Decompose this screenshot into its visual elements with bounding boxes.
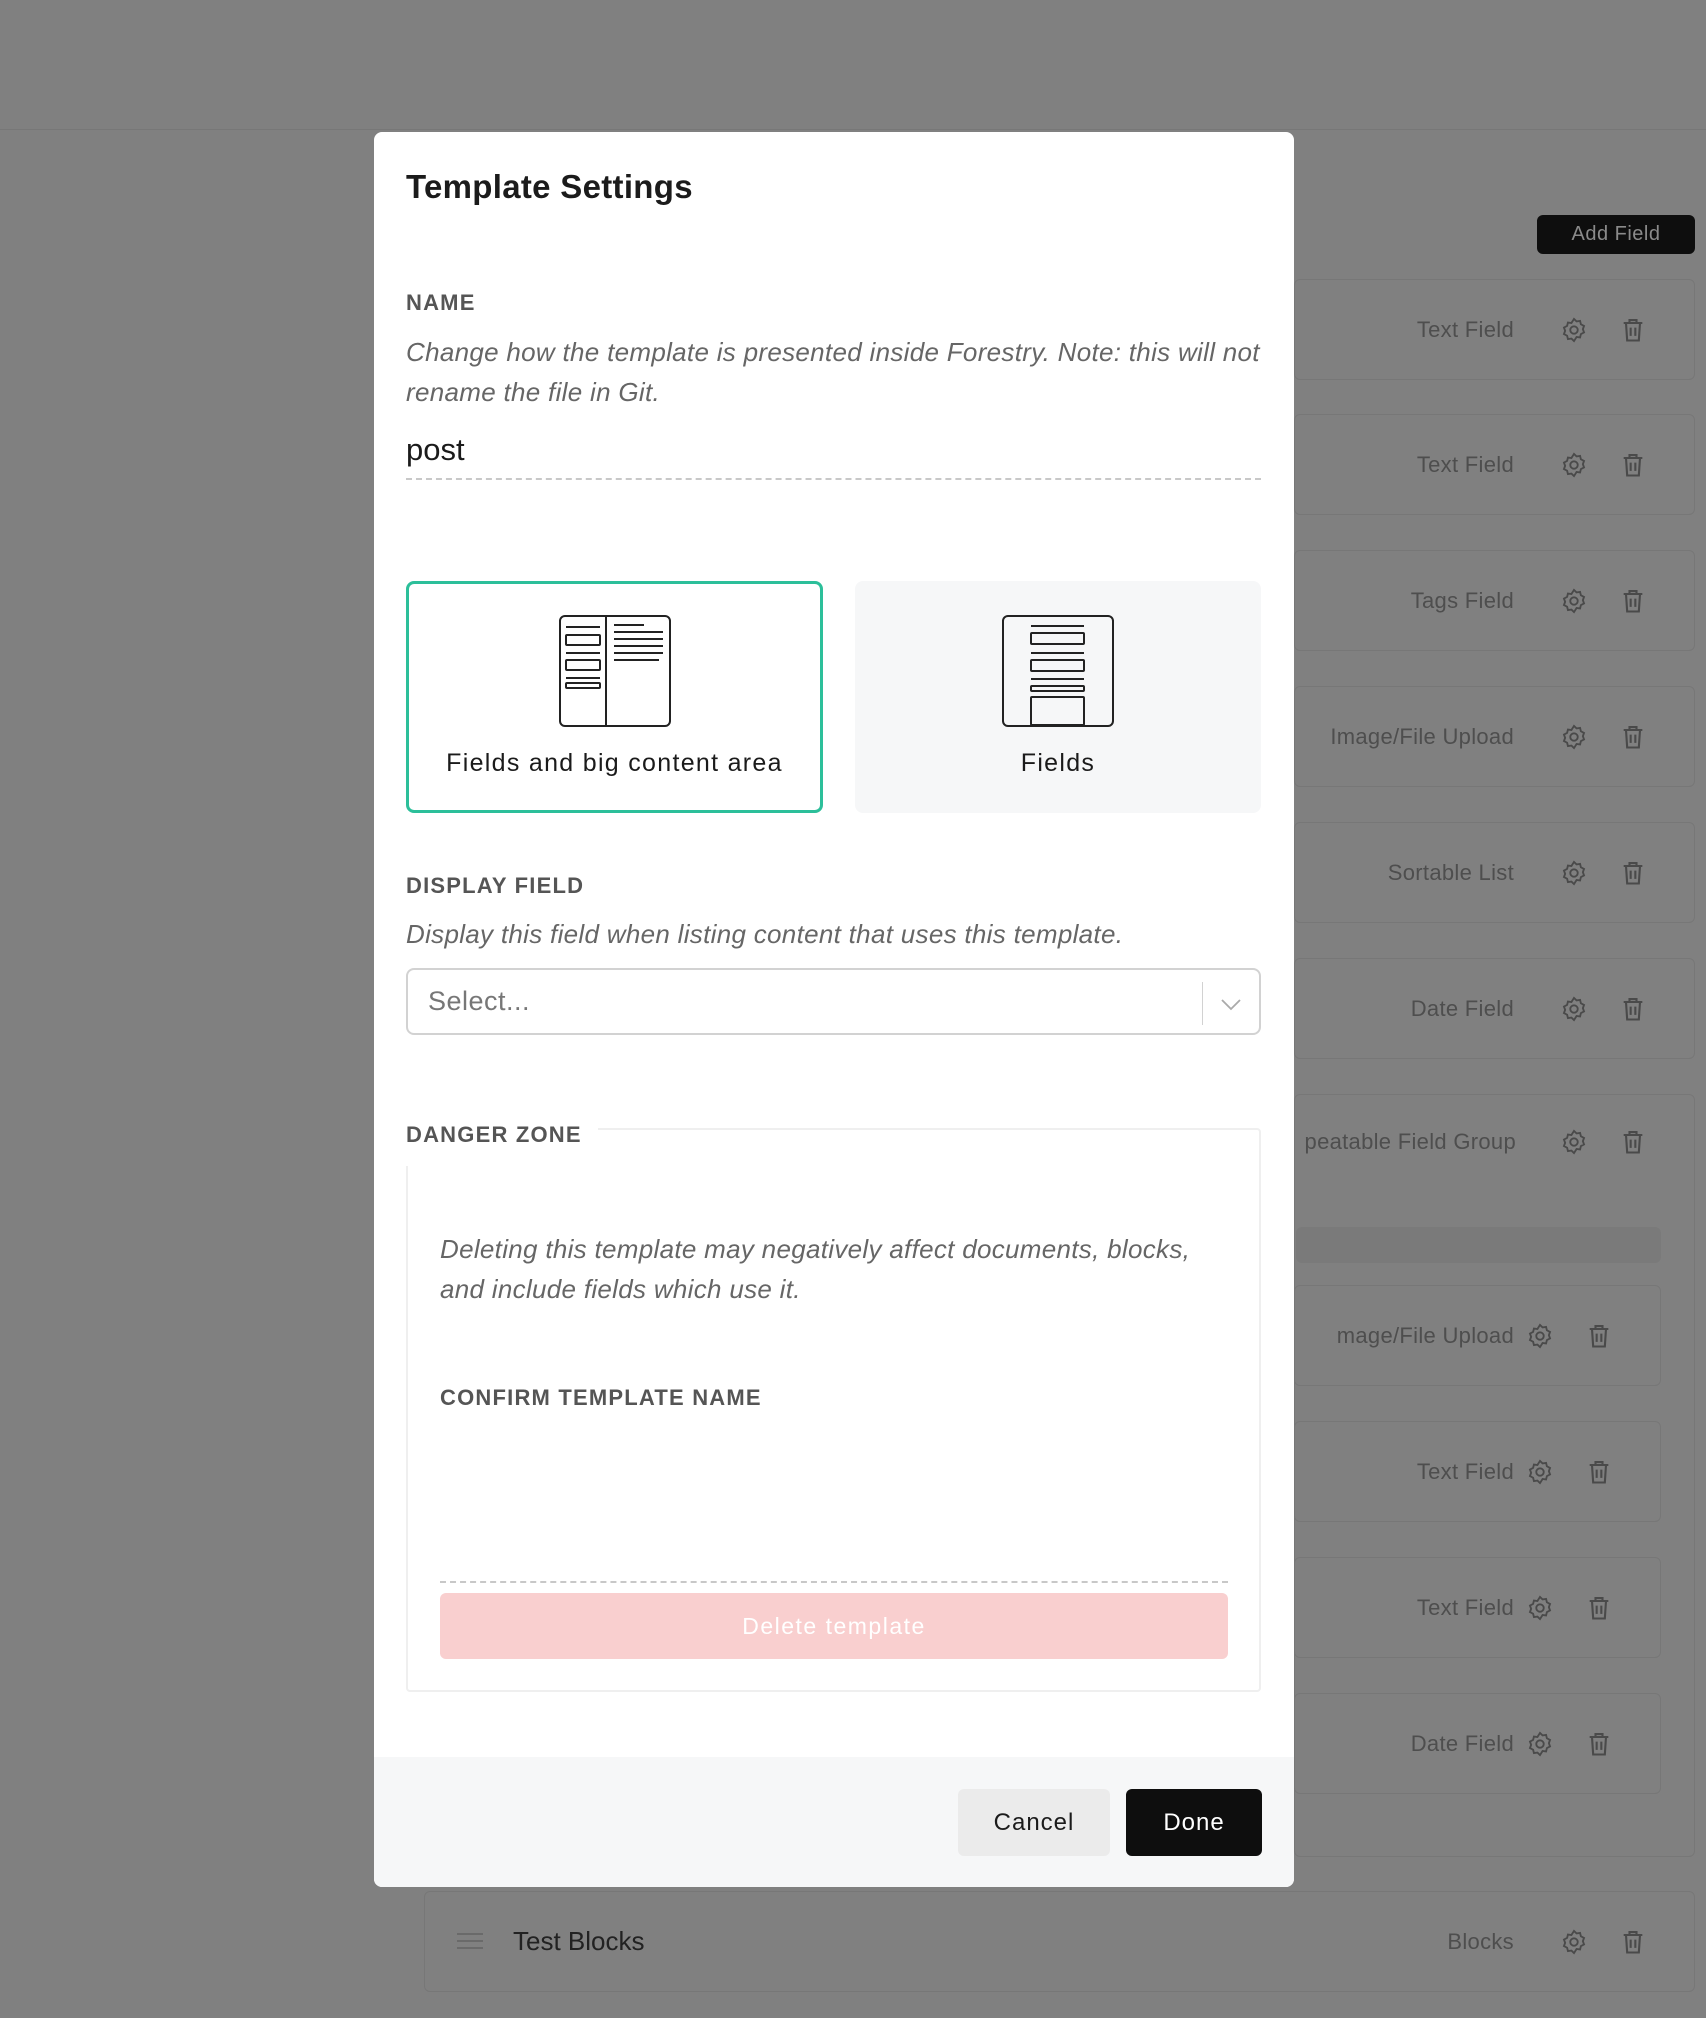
- gear-icon[interactable]: [1560, 1128, 1588, 1156]
- template-settings-modal: Template Settings NAME Change how the te…: [374, 132, 1294, 1887]
- gear-icon[interactable]: [1526, 1594, 1554, 1622]
- trash-icon[interactable]: [1619, 1128, 1647, 1156]
- trash-icon[interactable]: [1619, 451, 1647, 479]
- done-button[interactable]: Done: [1126, 1789, 1262, 1856]
- field-type-label: Text Field: [1416, 316, 1514, 342]
- fields-only-layout-icon: [1002, 615, 1114, 727]
- chevron-down-icon[interactable]: [1219, 992, 1243, 1016]
- trash-icon[interactable]: [1585, 1594, 1613, 1622]
- layout-option-fields-and-content[interactable]: Fields and big content area: [406, 581, 823, 813]
- modal-title: Template Settings: [406, 168, 693, 205]
- trash-icon[interactable]: [1619, 995, 1647, 1023]
- trash-icon[interactable]: [1585, 1730, 1613, 1758]
- field-type-label: Tags Field: [1410, 587, 1514, 613]
- layout-option-fields[interactable]: Fields: [855, 581, 1261, 813]
- field-row[interactable]: Text Field: [1294, 414, 1695, 515]
- field-type-label: Text Field: [1416, 451, 1514, 477]
- danger-zone-help-text: Deleting this template may negatively af…: [440, 1234, 1191, 1304]
- delete-template-button[interactable]: Delete template: [440, 1593, 1228, 1659]
- display-field-label: DISPLAY FIELD: [406, 873, 585, 898]
- field-type-label: Date Field: [1410, 995, 1514, 1021]
- field-type-label: Sortable List: [1387, 859, 1514, 885]
- nested-group-header: [1296, 1227, 1661, 1263]
- nested-field-row[interactable]: mage/File Upload: [1294, 1285, 1661, 1386]
- field-type-label: Image/File Upload: [1330, 723, 1514, 749]
- nested-field-row[interactable]: Date Field: [1294, 1693, 1661, 1794]
- gear-icon[interactable]: [1560, 723, 1588, 751]
- field-type-label: Blocks: [1447, 1928, 1514, 1954]
- field-row[interactable]: Tags Field: [1294, 550, 1695, 651]
- field-row[interactable]: Image/File Upload: [1294, 686, 1695, 787]
- trash-icon[interactable]: [1619, 1928, 1647, 1956]
- trash-icon[interactable]: [1585, 1458, 1613, 1486]
- name-label: NAME: [406, 290, 476, 315]
- gear-icon[interactable]: [1526, 1458, 1554, 1486]
- nested-field-row[interactable]: Text Field: [1294, 1557, 1661, 1658]
- trash-icon[interactable]: [1619, 723, 1647, 751]
- confirm-template-name-input[interactable]: [440, 1531, 1228, 1583]
- confirm-template-name-label: CONFIRM TEMPLATE NAME: [440, 1385, 762, 1410]
- nested-field-row[interactable]: Text Field: [1294, 1421, 1661, 1522]
- cancel-button[interactable]: Cancel: [958, 1789, 1110, 1856]
- field-type-label: Date Field: [1410, 1730, 1514, 1756]
- add-field-button[interactable]: Add Field: [1537, 215, 1695, 254]
- gear-icon[interactable]: [1560, 451, 1588, 479]
- field-title: Test Blocks: [513, 1926, 645, 1956]
- gear-icon[interactable]: [1560, 316, 1588, 344]
- field-type-label: Text Field: [1416, 1458, 1514, 1484]
- gear-icon[interactable]: [1526, 1730, 1554, 1758]
- name-help-text: Change how the template is presented ins…: [406, 337, 1260, 407]
- trash-icon[interactable]: [1619, 316, 1647, 344]
- layout-option-label: Fields: [1020, 749, 1096, 777]
- display-field-help-text: Display this field when listing content …: [406, 919, 1124, 949]
- blocks-field-row[interactable]: Test Blocks Blocks: [424, 1891, 1695, 1992]
- gear-icon[interactable]: [1560, 587, 1588, 615]
- field-row[interactable]: Sortable List: [1294, 822, 1695, 923]
- danger-zone-label: DANGER ZONE: [406, 1122, 582, 1147]
- select-divider: [1202, 982, 1203, 1025]
- fields-and-content-layout-icon: [558, 615, 671, 727]
- gear-icon[interactable]: [1560, 1928, 1588, 1956]
- drag-handle-icon[interactable]: [457, 1932, 483, 1951]
- field-type-label: Text Field: [1416, 1594, 1514, 1620]
- gear-icon[interactable]: [1560, 859, 1588, 887]
- gear-icon[interactable]: [1526, 1322, 1554, 1350]
- trash-icon[interactable]: [1585, 1322, 1613, 1350]
- template-name-input[interactable]: [406, 422, 1261, 480]
- field-type-label: mage/File Upload: [1336, 1322, 1514, 1348]
- modal-footer: Cancel Done: [374, 1757, 1294, 1887]
- field-row[interactable]: Date Field: [1294, 958, 1695, 1059]
- field-type-label: peatable Field Group: [1304, 1129, 1516, 1154]
- display-field-select[interactable]: Select...: [406, 968, 1261, 1035]
- layout-option-label: Fields and big content area: [446, 749, 783, 777]
- background-top-bar: [0, 0, 1706, 130]
- trash-icon[interactable]: [1619, 859, 1647, 887]
- field-row[interactable]: Text Field: [1294, 279, 1695, 380]
- gear-icon[interactable]: [1560, 995, 1588, 1023]
- trash-icon[interactable]: [1619, 587, 1647, 615]
- select-placeholder: Select...: [428, 986, 531, 1016]
